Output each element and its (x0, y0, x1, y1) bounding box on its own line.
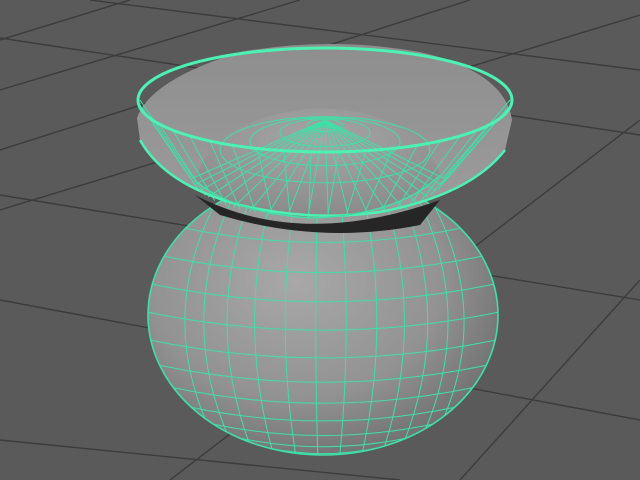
viewport-canvas[interactable] (0, 0, 640, 480)
vase-mesh[interactable] (136, 44, 514, 456)
3d-viewport[interactable] (0, 0, 640, 480)
grid-line (0, 0, 131, 41)
